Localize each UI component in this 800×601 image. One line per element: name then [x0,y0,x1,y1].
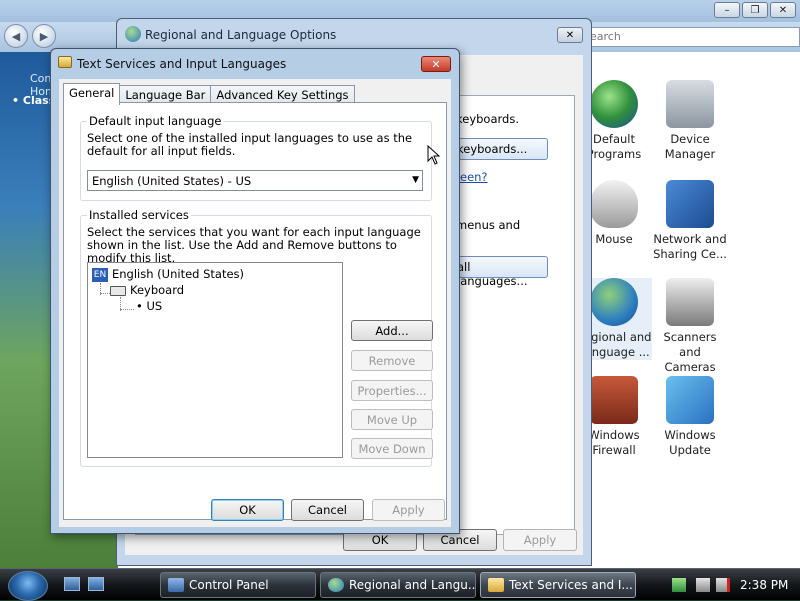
install-languages-button[interactable]: all languages... [448,256,548,288]
tab-general[interactable]: General [63,83,121,105]
back-button[interactable]: ◀ [4,24,28,48]
search-input[interactable]: Search [578,27,800,47]
cancel-button[interactable]: Cancel [291,499,364,521]
apply-button[interactable]: Apply [372,499,445,521]
scanners-cameras-item[interactable]: Scanners and Cameras [652,278,728,375]
network-status-icon[interactable] [696,578,710,592]
windows-update-item[interactable]: Windows Update [652,376,728,458]
dialog-body: General Language Bar Advanced Key Settin… [59,79,451,527]
clock[interactable]: 2:38 PM [740,578,788,592]
start-button[interactable] [8,571,48,601]
globe-clock-icon [590,278,638,326]
device-manager-item[interactable]: Device Manager [652,80,728,162]
default-programs-icon [590,80,638,128]
security-center-icon[interactable] [672,578,686,592]
tree-item-language[interactable]: EN English (United States) [92,267,244,282]
installed-services-tree[interactable]: EN English (United States) Keyboard • US [87,262,343,458]
close-button[interactable]: ✕ [557,27,583,43]
network-icon [666,180,714,228]
system-tray: 2:38 PM [660,571,800,599]
dialog-titlebar: Text Services and Input Languages ✕ [51,49,459,79]
minimize-button[interactable]: – [714,2,740,18]
group-label: Default input language [87,114,224,128]
forward-button[interactable]: ▶ [32,24,56,48]
dropdown-arrow-icon: ▼ [412,175,419,185]
add-button[interactable]: Add... [351,320,433,341]
mouse-icon [590,180,638,228]
device-manager-icon [666,80,714,128]
move-up-button[interactable]: Move Up [351,409,433,430]
taskbar: Control Panel Regional and Langu... Text… [0,568,800,601]
tab-strip: General Language Bar Advanced Key Settin… [63,83,355,105]
default-input-language-group: Default input language Select one of the… [80,114,432,201]
menus-text: menus and [456,218,521,232]
language-badge-icon: EN [92,267,108,282]
tree-item-keyboard[interactable]: Keyboard [110,283,184,297]
globe-icon [125,26,141,42]
windows-update-icon [666,376,714,424]
group-description: Select one of the installed input langua… [87,131,413,158]
ok-button[interactable]: OK [211,499,284,521]
dialog-title: Text Services and Input Languages [77,57,287,71]
move-down-button[interactable]: Move Down [351,438,433,459]
switch-windows-icon[interactable] [88,577,104,591]
keyboards-text: keyboards. [456,112,519,126]
firewall-icon [590,376,638,424]
general-tab-panel: Default input language Select one of the… [63,102,447,520]
network-sharing-item[interactable]: Network and Sharing Ce... [652,180,728,262]
tree-connector [100,293,110,294]
mouse-pointer-icon [427,145,441,165]
keyboard-globe-icon [58,56,72,68]
properties-button[interactable]: Properties... [351,380,433,401]
keyboard-icon [110,285,126,296]
tree-item-layout[interactable]: • US [136,299,162,313]
apply-button[interactable]: Apply [503,529,577,551]
volume-muted-icon[interactable] [716,578,730,592]
task-regional-language[interactable]: Regional and Langu... [320,572,476,598]
remove-button[interactable]: Remove [351,350,433,371]
close-button[interactable]: ✕ [770,2,796,18]
dialog-title: Regional and Language Options [145,28,337,42]
keyboard-globe-icon [488,578,504,592]
task-control-panel[interactable]: Control Panel [160,572,316,598]
change-keyboards-button[interactable]: keyboards... [448,138,548,160]
group-label: Installed services [87,208,191,222]
show-desktop-icon[interactable] [64,577,80,591]
task-text-services[interactable]: Text Services and I... [480,572,636,598]
maximize-button[interactable]: ❐ [742,2,768,18]
group-description: Select the services that you want for ea… [87,225,421,265]
installed-services-group: Installed services Select the services t… [80,208,433,467]
default-language-select[interactable]: English (United States) - US ▼ [87,170,423,191]
text-services-dialog: Text Services and Input Languages ✕ Gene… [50,48,460,534]
scanner-icon [666,278,714,326]
control-panel-icons: Default Programs Device Manager Mouse Ne… [576,52,800,568]
close-button[interactable]: ✕ [421,56,451,72]
tree-connector [120,309,134,310]
control-panel-icon [168,578,184,592]
globe-icon [328,578,344,592]
